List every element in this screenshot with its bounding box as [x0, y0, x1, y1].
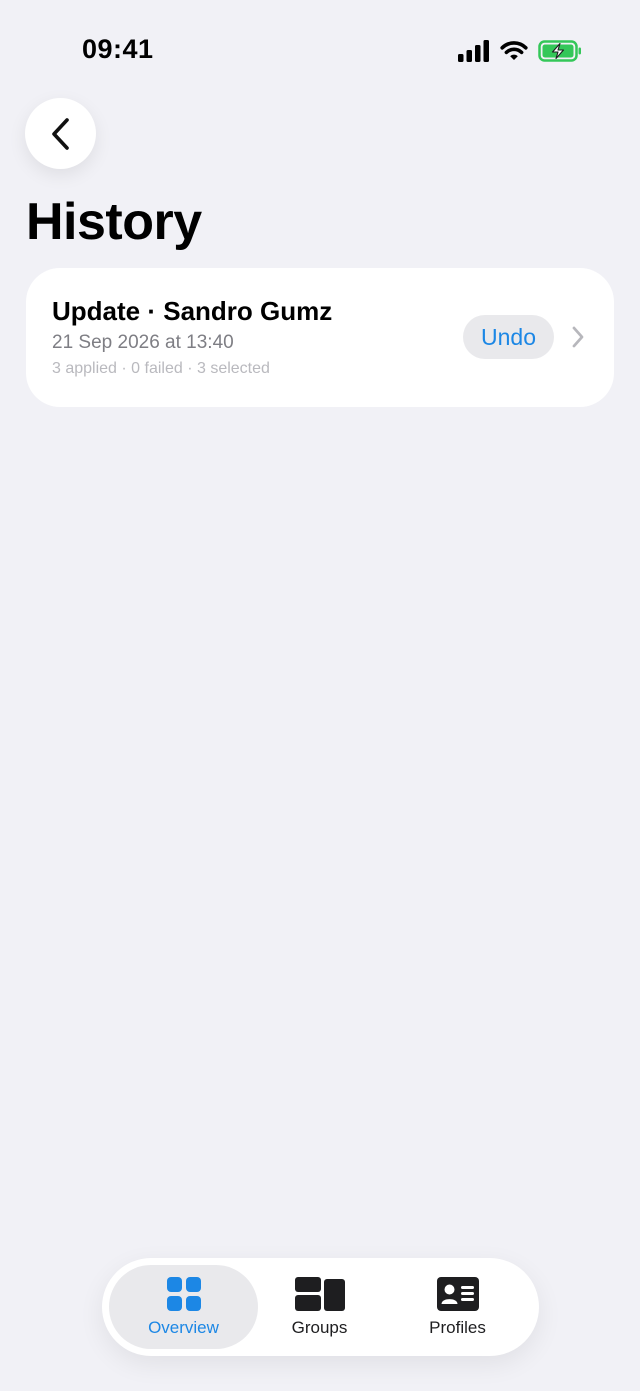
tab-profiles[interactable]: Profiles: [390, 1265, 525, 1349]
history-item-meta: 3 applied · 0 failed · 3 selected: [52, 360, 270, 377]
tab-label: Profiles: [429, 1318, 486, 1337]
wifi-icon: [500, 41, 528, 60]
status-time: 09:41: [82, 34, 154, 64]
tab-groups[interactable]: Groups: [252, 1265, 387, 1349]
battery-charging-icon: [538, 40, 581, 62]
profile-card-icon: [436, 1277, 479, 1311]
back-button[interactable]: [25, 98, 96, 169]
history-item-title: Update · Sandro Gumz: [52, 296, 333, 326]
grid-icon: [166, 1277, 201, 1311]
chevron-left-icon: [51, 117, 69, 150]
tab-bar: Overview Groups Profiles: [102, 1258, 539, 1356]
chevron-right-icon: [572, 326, 584, 348]
cellular-signal-icon: [458, 40, 489, 62]
history-screen: 09:41 History Update · Sandro Gumz 21 Se…: [0, 0, 640, 1391]
tab-label: Overview: [148, 1318, 219, 1337]
status-icons: [458, 38, 592, 64]
page-title: History: [26, 193, 202, 251]
undo-button[interactable]: Undo: [463, 315, 554, 359]
groups-icon: [294, 1277, 345, 1311]
tab-overview[interactable]: Overview: [109, 1265, 258, 1349]
history-item-date: 21 Sep 2026 at 13:40: [52, 332, 234, 353]
tab-label: Groups: [291, 1318, 348, 1337]
history-item[interactable]: Update · Sandro Gumz 21 Sep 2026 at 13:4…: [26, 268, 614, 407]
